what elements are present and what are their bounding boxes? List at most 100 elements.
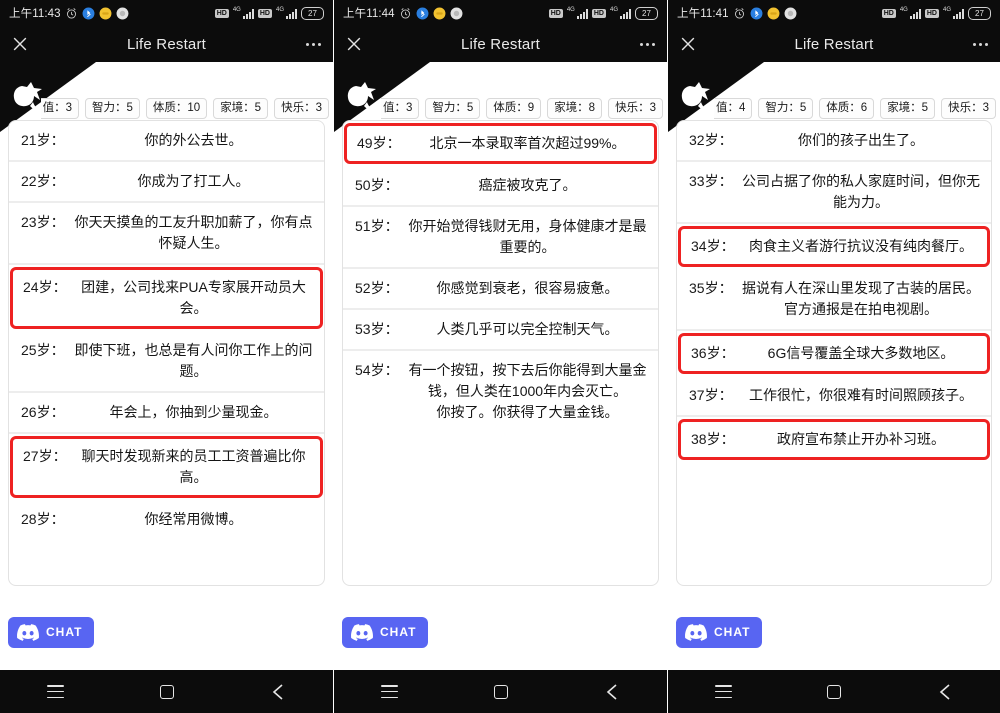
more-options-icon[interactable] xyxy=(640,42,655,46)
event-row: 26岁： 年会上，你抽到少量现金。 xyxy=(9,393,324,434)
signal-bars-icon-1 xyxy=(909,8,921,19)
chat-button[interactable]: CHAT xyxy=(8,616,95,648)
stat-智力: 智力：5 xyxy=(758,98,814,119)
phone-panel-1: 上午11:43 HD 4G HD 4G 27 Life Restart 值：3 智力：5 体质：1… xyxy=(0,0,333,713)
discord-icon xyxy=(685,623,707,641)
event-text: 6G信号覆盖全球大多数地区。 xyxy=(767,345,955,361)
stat-智力: 智力：5 xyxy=(84,98,140,119)
network-label-2: 4G xyxy=(942,6,951,13)
battery-indicator: 27 xyxy=(968,6,991,20)
event-row: 32岁： 你们的孩子出生了。 xyxy=(677,121,991,162)
recents-menu-icon[interactable] xyxy=(370,677,410,707)
event-age: 26岁： xyxy=(21,404,65,420)
event-age: 24岁： xyxy=(23,279,67,295)
event-age: 25岁： xyxy=(21,342,65,358)
app-title: Life Restart xyxy=(126,35,207,53)
status-bar: 上午11:41 HD 4G HD 4G 27 xyxy=(668,0,1000,26)
home-square-icon[interactable] xyxy=(814,677,854,707)
recents-menu-icon[interactable] xyxy=(36,677,76,707)
game-body: 值：4 智力：5 体质：6 家境：5 快乐：3 32岁： 你们的孩子出生了。 33岁： 公司占据… xyxy=(668,62,1000,670)
close-x-icon[interactable] xyxy=(344,34,364,54)
stat-体质: 体质：9 xyxy=(486,98,542,119)
signal-bars-icon-2 xyxy=(286,8,297,19)
stat-快乐: 快乐：3 xyxy=(274,98,329,119)
chat-button[interactable]: CHAT xyxy=(676,616,763,648)
grey-app-icon xyxy=(784,7,797,19)
close-x-icon[interactable] xyxy=(678,34,698,54)
event-age: 36岁： xyxy=(691,345,735,361)
chat-button[interactable]: CHAT xyxy=(342,616,429,648)
back-chevron-icon[interactable] xyxy=(592,677,632,707)
recents-menu-icon[interactable] xyxy=(703,677,743,707)
event-row: 38岁： 政府宣布禁止开办补习班。 xyxy=(678,419,990,460)
app-bar: Life Restart xyxy=(0,26,333,62)
event-text: 你感觉到衰老，很容易疲惫。 xyxy=(436,280,619,296)
status-time: 上午11:43 xyxy=(9,8,61,20)
event-text: 你的外公去世。 xyxy=(144,132,243,148)
event-age: 50岁： xyxy=(355,177,399,193)
nav-bar xyxy=(334,670,667,713)
event-age: 53岁： xyxy=(355,321,399,337)
event-age: 34岁： xyxy=(691,238,735,254)
event-age: 21岁： xyxy=(21,132,65,148)
bluetooth-icon xyxy=(416,7,429,19)
stat-家境: 家境：5 xyxy=(213,98,269,119)
event-text: 聊天时发现新来的员工工资普遍比你高。 xyxy=(81,448,306,485)
event-text: 人类几乎可以完全控制天气。 xyxy=(436,321,619,337)
chat-button-label: CHAT xyxy=(714,625,751,639)
more-options-icon[interactable] xyxy=(973,42,988,46)
stat-颜值: 值：3 xyxy=(380,98,420,119)
yellow-app-icon xyxy=(433,7,446,19)
event-text: 政府宣布禁止开办补习班。 xyxy=(777,431,945,447)
event-row: 52岁： 你感觉到衰老，很容易疲惫。 xyxy=(343,269,658,310)
stats-row: 值：3 智力：5 体质：10 家境：5 快乐：3 xyxy=(0,98,333,119)
stat-快乐: 快乐：3 xyxy=(608,98,663,119)
network-label-2: 4G xyxy=(609,6,618,13)
event-text: 你们的孩子出生了。 xyxy=(798,132,924,148)
stats-row: 值：3 智力：5 体质：9 家境：8 快乐：3 xyxy=(334,98,667,119)
app-title: Life Restart xyxy=(460,35,541,53)
event-row: 49岁： 北京一本录取率首次超过99%。 xyxy=(344,123,657,164)
home-square-icon[interactable] xyxy=(147,677,187,707)
event-row: 34岁： 肉食主义者游行抗议没有纯肉餐厅。 xyxy=(678,226,990,267)
event-text: 你成为了打工人。 xyxy=(137,173,250,189)
event-row: 51岁： 你开始觉得钱财无用，身体健康才是最重要的。 xyxy=(343,207,658,269)
back-chevron-icon[interactable] xyxy=(925,677,965,707)
nav-bar xyxy=(668,670,1000,713)
stat-家境: 家境：8 xyxy=(547,98,603,119)
nav-bar xyxy=(0,670,333,713)
status-bar-right: HD 4G HD 4G 27 xyxy=(881,6,991,20)
status-bar-left: 上午11:44 xyxy=(343,5,463,21)
stat-颜值: 值：3 xyxy=(40,98,79,119)
alarm-clock-icon xyxy=(400,7,410,19)
event-age: 28岁： xyxy=(21,511,65,527)
event-row: 23岁： 你天天摸鱼的工友升职加薪了，你有点怀疑人生。 xyxy=(9,203,324,265)
game-body: 值：3 智力：5 体质：9 家境：8 快乐：3 49岁： 北京一本录取率首次超过99%。 50… xyxy=(334,62,667,670)
close-x-icon[interactable] xyxy=(10,34,30,54)
alarm-clock-icon xyxy=(66,7,76,19)
status-time: 上午11:41 xyxy=(677,8,729,20)
event-age: 33岁： xyxy=(689,173,733,189)
hd-icon-2: HD xyxy=(924,8,939,18)
discord-icon xyxy=(17,623,39,641)
chat-zone: CHAT xyxy=(334,594,667,670)
phone-panel-3: 上午11:41 HD 4G HD 4G 27 Life Restart 值：4 智力：5 体质：6… xyxy=(667,0,1000,713)
more-options-icon[interactable] xyxy=(306,42,321,46)
event-row: 35岁： 据说有人在深山里发现了古装的居民。官方通报是在拍电视剧。 xyxy=(677,269,991,331)
event-text: 据说有人在深山里发现了古装的居民。官方通报是在拍电视剧。 xyxy=(742,280,980,317)
chat-button-label: CHAT xyxy=(46,625,83,639)
back-chevron-icon[interactable] xyxy=(258,677,298,707)
event-row: 28岁： 你经常用微博。 xyxy=(9,500,324,539)
alarm-clock-icon xyxy=(734,7,744,19)
status-bar: 上午11:43 HD 4G HD 4G 27 xyxy=(0,0,333,26)
app-bar: Life Restart xyxy=(668,26,1000,62)
home-square-icon[interactable] xyxy=(481,677,521,707)
event-age: 37岁： xyxy=(689,387,733,403)
stats-row: 值：4 智力：5 体质：6 家境：5 快乐：3 xyxy=(668,98,1000,119)
stat-快乐: 快乐：3 xyxy=(941,98,996,119)
event-row: 21岁： 你的外公去世。 xyxy=(9,121,324,162)
stat-体质: 体质：6 xyxy=(819,98,875,119)
event-text: 团建，公司找来PUA专家展开动员大会。 xyxy=(81,279,306,316)
event-row: 53岁： 人类几乎可以完全控制天气。 xyxy=(343,310,658,351)
event-list-card: 49岁： 北京一本录取率首次超过99%。 50岁： 癌症被攻克了。 51岁： 你开始觉得钱… xyxy=(342,120,659,586)
